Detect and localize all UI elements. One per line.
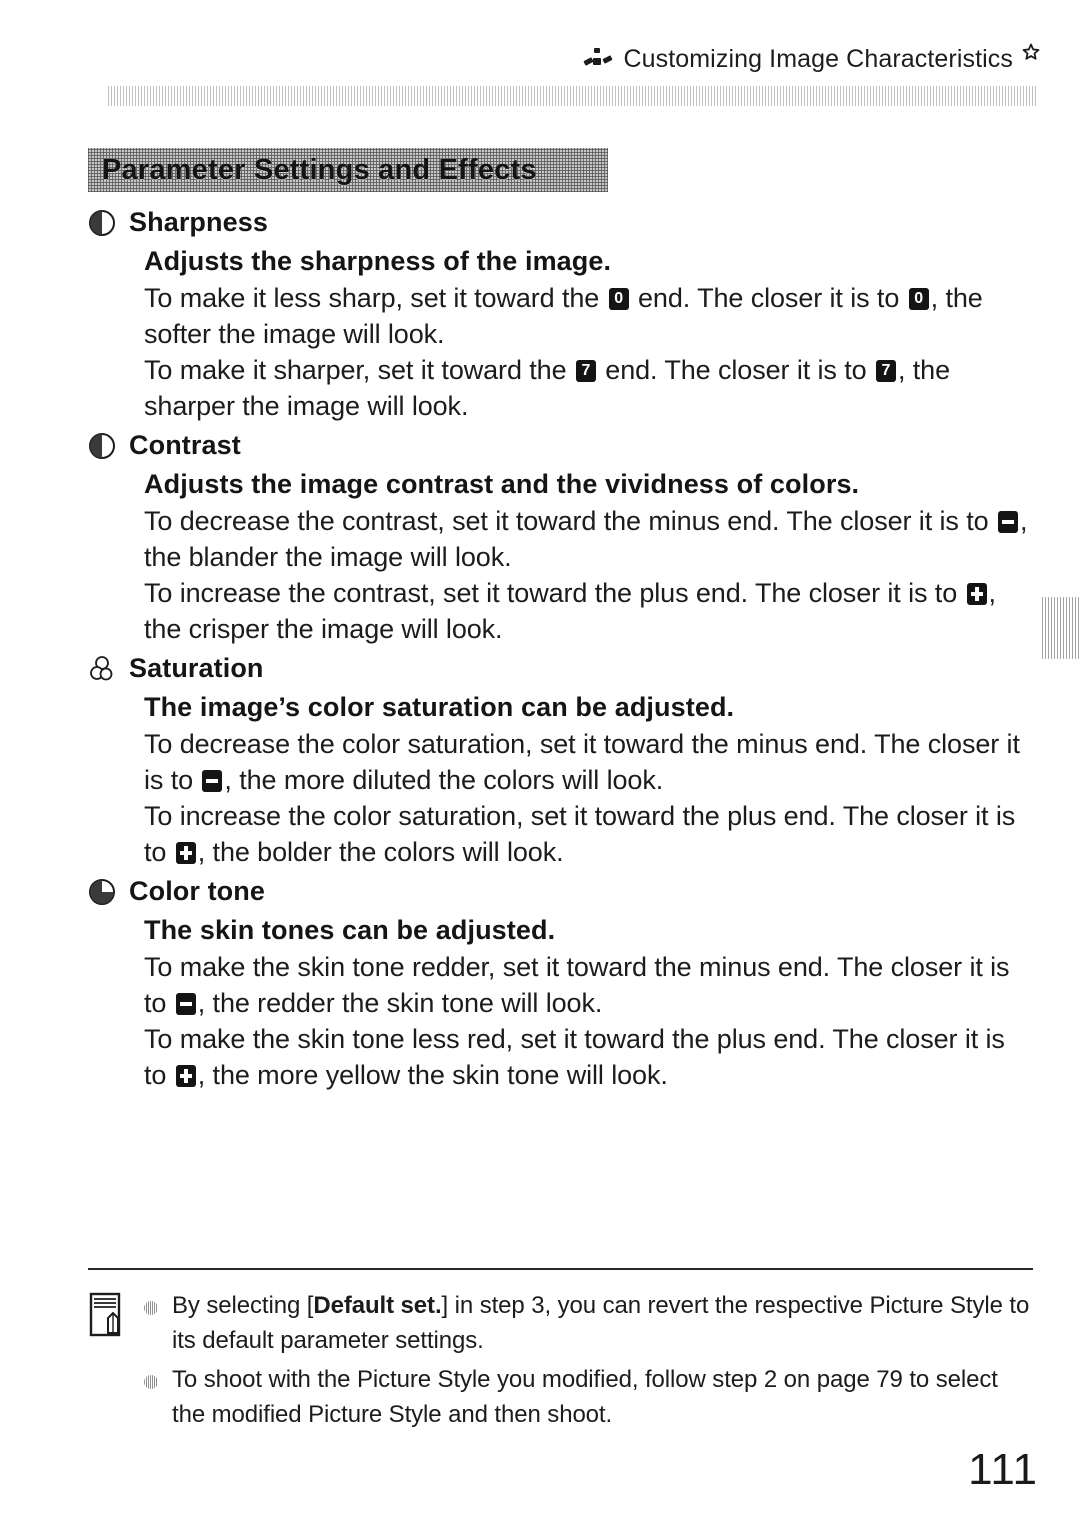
section-banner: Parameter Settings and Effects	[88, 148, 608, 192]
key-icon-minus	[997, 511, 1018, 533]
parameter-paragraph: To decrease the color saturation, set it…	[144, 726, 1028, 798]
parameter-body: To make it less sharp, set it toward the…	[144, 280, 1028, 424]
bullet-icon	[144, 1375, 158, 1389]
bullet-icon	[144, 1301, 158, 1315]
key-icon-zero: 0	[608, 288, 629, 310]
key-icon-zero: 0	[908, 288, 929, 310]
sharpness-dial-icon	[88, 209, 116, 237]
text-run: By selecting [	[172, 1292, 314, 1319]
key-icon-label: 7	[581, 362, 591, 379]
text-run: end. The closer it is to	[630, 283, 907, 313]
parameter-paragraph: To increase the contrast, set it toward …	[144, 575, 1028, 647]
parameter-title: Color tone	[129, 876, 265, 906]
text-run: To decrease the contrast, set it toward …	[144, 506, 996, 536]
parameter-paragraph: To decrease the contrast, set it toward …	[144, 503, 1028, 575]
header-rule	[108, 86, 1037, 106]
text-run: , the bolder the colors will look.	[197, 837, 564, 867]
text-run: To make it less sharp, set it toward the	[144, 283, 607, 313]
parameter-subtitle: The image’s color saturation can be adju…	[144, 692, 735, 722]
running-head: Customizing Image Characteristics	[85, 42, 1040, 76]
page-number: 111	[968, 1445, 1038, 1494]
key-icon-label: 0	[914, 290, 924, 307]
parameter-heading: Saturation	[88, 651, 1028, 689]
text-run: , the redder the skin tone will look.	[197, 988, 603, 1018]
parameter-paragraph: To make the skin tone less red, set it t…	[144, 1021, 1028, 1093]
star-icon	[1022, 43, 1040, 60]
text-run: To increase the contrast, set it toward …	[144, 578, 965, 608]
parameter-heading: Contrast	[88, 428, 1028, 466]
text-run: To make it sharper, set it toward the	[144, 355, 574, 385]
key-icon-plus	[175, 1065, 196, 1087]
note-pad-icon	[89, 1292, 121, 1337]
text-run: , the more yellow the skin tone will loo…	[197, 1060, 668, 1090]
contrast-dial-icon	[88, 432, 116, 460]
parameter-heading: Sharpness	[88, 205, 1028, 243]
parameter-title: Sharpness	[129, 207, 268, 237]
chapter-tab-marker	[1042, 597, 1080, 659]
key-icon-minus	[175, 993, 196, 1015]
parameter-paragraph: To make it less sharp, set it toward the…	[144, 280, 1028, 352]
key-icon-label: 0	[614, 290, 624, 307]
parameter-paragraph: To make it sharper, set it toward the 7 …	[144, 352, 1028, 424]
parameter-body: To decrease the contrast, set it toward …	[144, 503, 1028, 647]
parameter-body: To decrease the color saturation, set it…	[144, 726, 1028, 870]
parameter-section: Contrast Adjusts the image contrast and t…	[88, 428, 1028, 647]
section-banner-title: Parameter Settings and Effects	[102, 153, 537, 186]
footnote-text: By selecting [Default set.] in step 3, y…	[172, 1288, 1033, 1358]
manual-page: Customizing Image Characteristics Parame…	[0, 0, 1080, 1523]
key-icon-plus	[175, 842, 196, 864]
footnote-item: By selecting [Default set.] in step 3, y…	[144, 1288, 1033, 1358]
parameter-body: To make the skin tone redder, set it tow…	[144, 949, 1028, 1093]
parameter-title: Contrast	[129, 430, 241, 460]
key-icon-minus	[202, 770, 223, 792]
parameter-subtitle: The skin tones can be adjusted.	[144, 915, 556, 945]
parameter-title: Saturation	[129, 653, 264, 683]
emphasis-text: Default set.	[313, 1292, 442, 1319]
footnote-item: To shoot with the Picture Style you modi…	[144, 1362, 1033, 1432]
parameter-section: Color tone The skin tones can be adjusted…	[88, 874, 1028, 1093]
key-icon-seven: 7	[575, 360, 596, 382]
parameter-subtitle: Adjusts the sharpness of the image.	[144, 246, 612, 276]
parameter-heading: Color tone	[88, 874, 1028, 912]
parameter-section: Sharpness Adjusts the sharpness of the im…	[88, 205, 1028, 424]
parameter-paragraph: To increase the color saturation, set it…	[144, 798, 1028, 870]
parameter-section: Saturation The image’s color saturation c…	[88, 651, 1028, 870]
text-run: To shoot with the Picture Style you modi…	[172, 1366, 998, 1428]
running-head-title: Customizing Image Characteristics	[623, 44, 1013, 73]
parameter-sections: Sharpness Adjusts the sharpness of the im…	[88, 205, 1028, 1097]
footnote-list: By selecting [Default set.] in step 3, y…	[144, 1288, 1033, 1436]
key-icon-plus	[966, 583, 987, 605]
color-tone-dial-icon	[88, 878, 116, 906]
text-run: end. The closer it is to	[597, 355, 874, 385]
picture-style-icon	[583, 47, 614, 71]
parameter-paragraph: To make the skin tone redder, set it tow…	[144, 949, 1028, 1021]
saturation-cluster-icon	[88, 655, 116, 683]
key-icon-seven: 7	[875, 360, 896, 382]
footnote-text: To shoot with the Picture Style you modi…	[172, 1362, 1033, 1432]
key-icon-label: 7	[881, 362, 891, 379]
text-run: , the more diluted the colors will look.	[224, 765, 664, 795]
parameter-subtitle: Adjusts the image contrast and the vivid…	[144, 469, 860, 499]
footnote-block: By selecting [Default set.] in step 3, y…	[88, 1268, 1033, 1436]
